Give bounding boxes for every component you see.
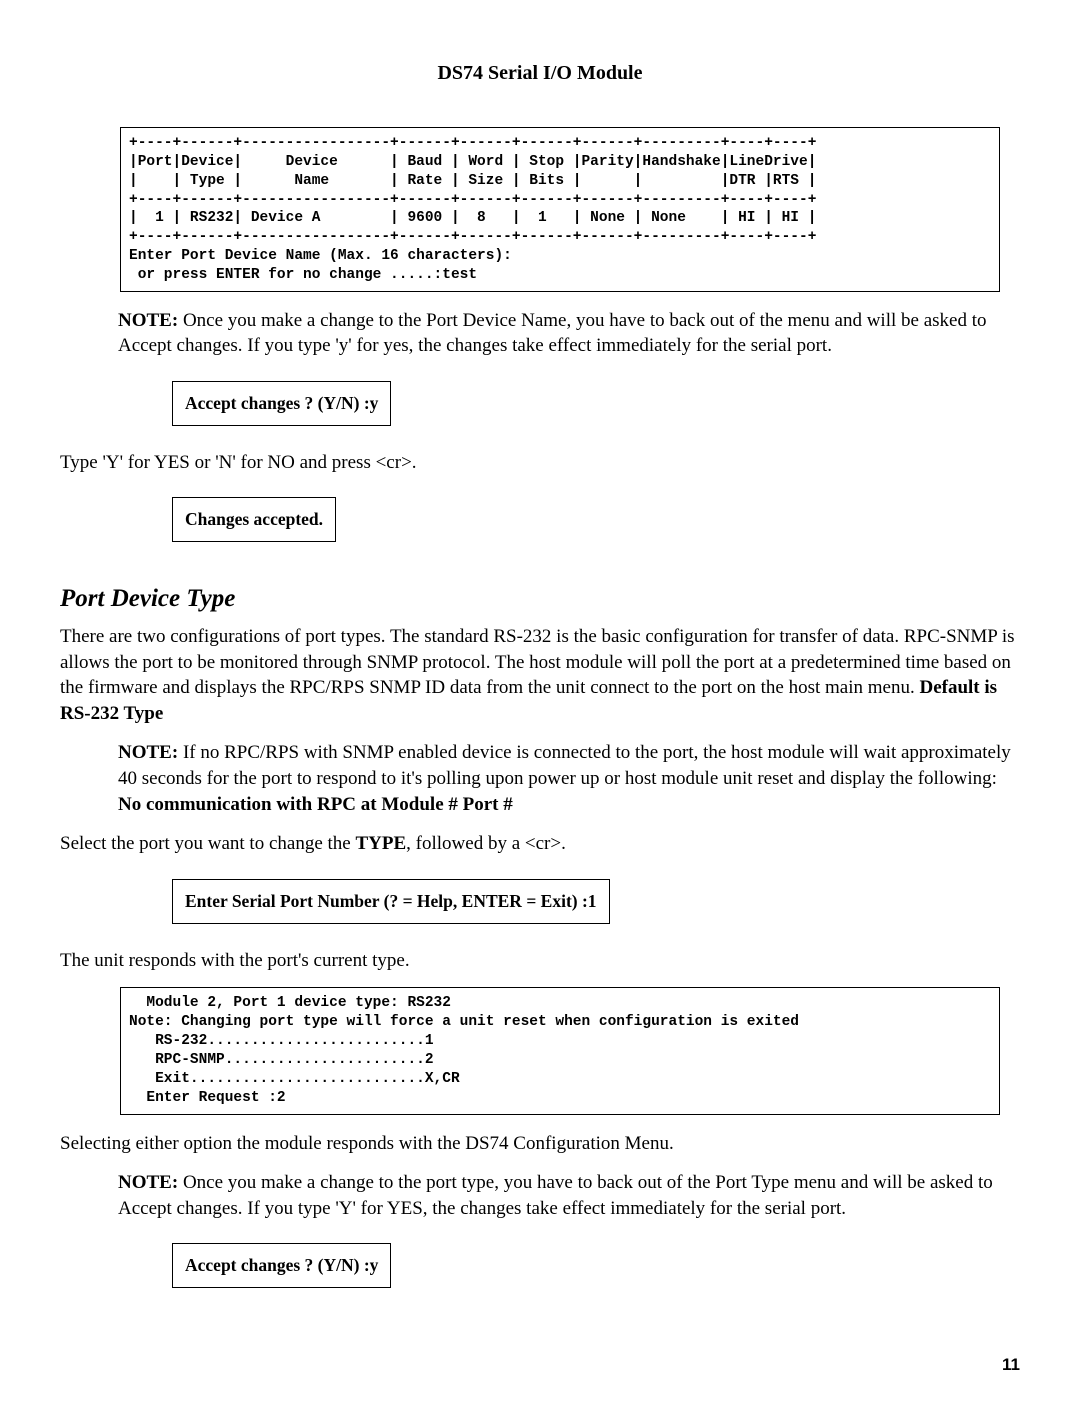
page-number: 11 <box>60 1354 1020 1377</box>
note-paragraph-3: NOTE: Once you make a change to the port… <box>118 1170 1020 1221</box>
changes-accepted-box: Changes accepted. <box>172 497 336 542</box>
note2-text1: If no RPC/RPS with SNMP enabled device i… <box>118 742 1011 789</box>
note-paragraph-2: NOTE: If no RPC/RPS with SNMP enabled de… <box>118 740 1020 817</box>
note-text: Once you make a change to the Port Devic… <box>118 310 987 357</box>
para3-bold: TYPE <box>355 833 406 854</box>
accept-changes-box-1: Accept changes ? (Y/N) :y <box>172 381 391 426</box>
body-paragraph-5: Selecting either option the module respo… <box>60 1131 1020 1157</box>
accept-changes-box-2: Accept changes ? (Y/N) :y <box>172 1243 391 1288</box>
note-label: NOTE: <box>118 310 178 331</box>
port-config-table-box: +----+------+-----------------+------+--… <box>120 127 1000 292</box>
note2-bold: No communication with RPC at Module # Po… <box>118 794 513 815</box>
para3-text2: , followed by a <cr>. <box>406 833 566 854</box>
enter-port-number-box: Enter Serial Port Number (? = Help, ENTE… <box>172 879 610 924</box>
section-heading-port-device-type: Port Device Type <box>60 582 1020 616</box>
para3-text1: Select the port you want to change the <box>60 833 355 854</box>
body-paragraph-2: There are two configurations of port typ… <box>60 624 1020 727</box>
note-label: NOTE: <box>118 742 178 763</box>
note3-text: Once you make a change to the port type,… <box>118 1172 993 1219</box>
note-paragraph-1: NOTE: Once you make a change to the Port… <box>118 308 1020 359</box>
note-label: NOTE: <box>118 1172 178 1193</box>
body-paragraph-3: Select the port you want to change the T… <box>60 831 1020 857</box>
body-paragraph-4: The unit responds with the port's curren… <box>60 948 1020 974</box>
port-type-menu-box: Module 2, Port 1 device type: RS232 Note… <box>120 987 1000 1114</box>
body-paragraph-1: Type 'Y' for YES or 'N' for NO and press… <box>60 450 1020 476</box>
para2-text: There are two configurations of port typ… <box>60 626 1015 698</box>
page-title: DS74 Serial I/O Module <box>60 60 1020 87</box>
